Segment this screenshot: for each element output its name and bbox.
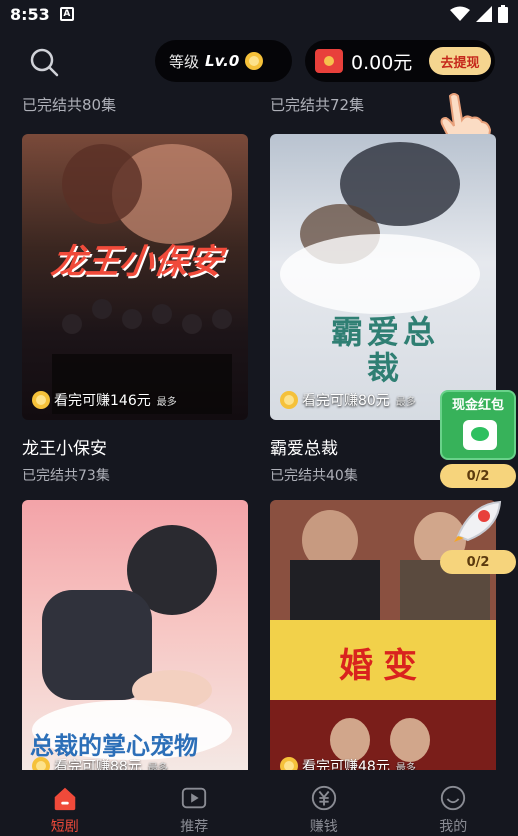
battery-icon	[498, 5, 508, 23]
earn-text: 看完可赚80元	[302, 393, 390, 409]
tab-label: 短剧	[50, 819, 79, 835]
cash-red-packet-label: 现金红包	[451, 398, 504, 413]
coin-icon	[280, 391, 298, 409]
smile-icon	[441, 785, 466, 811]
rocket-icon	[454, 500, 502, 542]
earn-badge: 看完可赚80元 最多	[280, 390, 416, 410]
top-bar: 等级 Lv.0 0.00元 去提现	[0, 34, 518, 152]
drama-card[interactable]: 总裁的掌心宠物 看完可赚88元 最多	[22, 500, 248, 786]
tab-profile[interactable]: 我的	[389, 770, 518, 836]
poster-title-art: 霸爱总裁	[330, 313, 439, 387]
drama-title[interactable]: 龙王小保安	[22, 434, 248, 459]
earn-badge: 看完可赚146元 最多	[32, 390, 177, 410]
drama-subtitle: 已完结共73集	[22, 468, 110, 484]
drama-card[interactable]: 龙王小保安 看完可赚146元 最多 龙王小保安 已完结共73集	[22, 134, 248, 485]
status-indicators	[450, 5, 508, 23]
tab-label: 推荐	[180, 819, 209, 835]
tab-earn[interactable]: 赚钱	[259, 770, 389, 836]
wechat-icon	[463, 420, 497, 450]
signal-icon	[476, 6, 492, 22]
cash-red-packet-widget[interactable]: 现金红包 0/2	[440, 390, 518, 488]
coin-icon	[32, 391, 50, 409]
drama-poster[interactable]: 总裁的掌心宠物 看完可赚88元 最多	[22, 500, 248, 786]
drama-poster[interactable]: 龙王小保安 看完可赚146元 最多	[22, 134, 248, 420]
drama-poster[interactable]: 霸爱总裁 看完可赚80元 最多	[270, 134, 496, 420]
previous-item-subtitle: 已完结共80集	[22, 96, 117, 114]
rocket-widget[interactable]: 0/2	[440, 498, 518, 574]
red-envelope-icon	[315, 49, 343, 73]
balance-pill[interactable]: 0.00元 去提现	[305, 40, 495, 82]
search-icon[interactable]	[28, 46, 60, 78]
earn-tag: 最多	[156, 396, 177, 408]
earn-text: 看完可赚146元	[54, 393, 151, 409]
tab-label: 我的	[439, 819, 468, 835]
poster-title-art: 婚变	[339, 646, 427, 686]
earn-tag: 最多	[395, 396, 416, 408]
tab-recommend[interactable]: 推荐	[130, 770, 260, 836]
yuan-icon	[311, 785, 336, 811]
level-value: Lv.0	[205, 52, 240, 70]
withdraw-button[interactable]: 去提现	[429, 47, 491, 75]
tab-label: 赚钱	[309, 819, 338, 835]
cash-progress: 0/2	[440, 464, 516, 488]
play-icon	[182, 787, 207, 809]
app-notification-icon: A	[59, 7, 74, 21]
rocket-progress: 0/2	[440, 550, 516, 574]
balance-amount: 0.00元	[351, 51, 413, 74]
coin-icon	[245, 52, 264, 70]
previous-item-subtitle: 已完结共72集	[270, 96, 365, 114]
level-badge[interactable]: 等级 Lv.0	[155, 40, 292, 82]
poster-title-art: 龙王小保安	[48, 242, 225, 282]
bottom-tab-bar: 短剧 推荐 赚钱 我的	[0, 770, 518, 836]
cash-red-packet[interactable]: 现金红包	[440, 390, 516, 460]
home-icon	[54, 787, 76, 811]
status-bar: 8:53 A	[0, 0, 518, 28]
wifi-icon	[450, 6, 470, 21]
level-label: 等级	[169, 52, 200, 71]
status-time: 8:53	[10, 4, 50, 24]
tab-short-drama[interactable]: 短剧	[0, 770, 130, 836]
